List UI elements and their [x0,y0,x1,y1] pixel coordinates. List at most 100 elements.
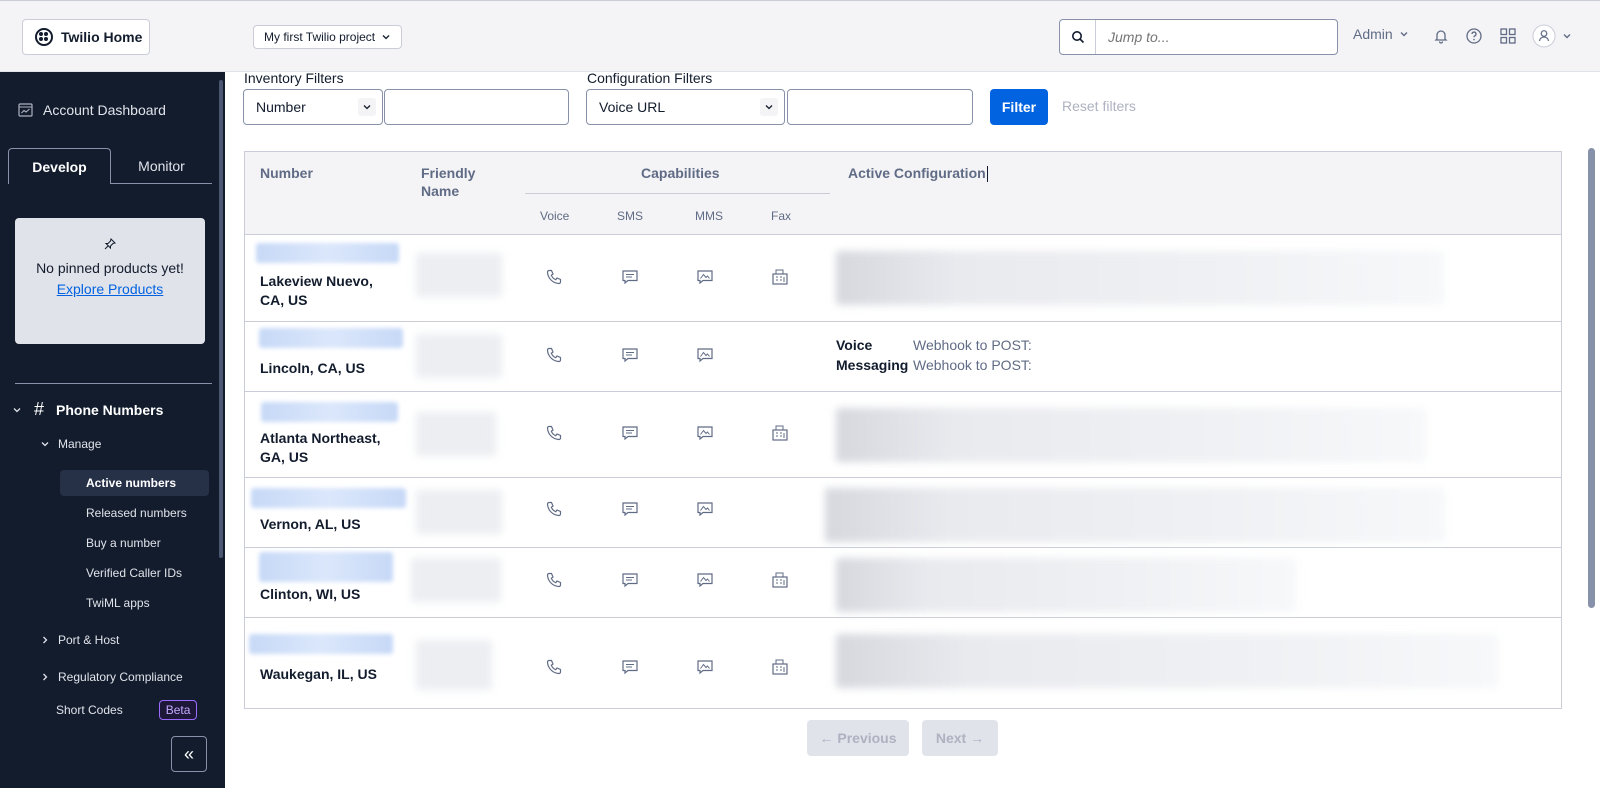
sidebar-item-port-host[interactable]: Port & Host [40,633,119,647]
numbers-table: Number Friendly Name Capabilities Voice … [244,151,1562,709]
redacted-friendly-name [416,490,502,534]
project-selector[interactable]: My first Twilio project [253,25,403,49]
port-host-label: Port & Host [58,633,120,647]
table-row[interactable]: Lincoln, CA, US Voice Webhook to POST: M… [245,322,1561,392]
mms-capability-icon [697,660,713,675]
main-scrollbar[interactable] [1586,84,1596,784]
number-location: Vernon, AL, US [260,516,361,532]
chevron-down-icon [1563,34,1571,39]
active-configuration-label: Active Configuration [848,165,986,181]
fax-capability-icon [772,269,788,285]
header-active-configuration: Active Configuration [848,164,988,183]
sms-capability-icon [622,426,638,441]
top-bar: Twilio Home My first Twilio project Admi… [0,0,1600,72]
table-row[interactable]: Waukegan, IL, US [245,618,1561,708]
main-content: Inventory Filters Number Configuration F… [225,70,1600,788]
chevron-down-icon [382,35,390,40]
account-label: Admin [1353,26,1393,42]
redacted-phone-number [256,243,399,263]
filter-button[interactable]: Filter [990,89,1048,125]
header-fax: Fax [771,209,792,223]
text-cursor [986,166,988,183]
bell-icon[interactable] [1430,25,1452,47]
redacted-configuration [836,634,1498,688]
sidebar-item-short-codes[interactable]: Short Codes Beta [56,700,198,720]
voice-capability-icon [546,659,562,675]
mms-capability-icon [697,426,713,441]
account-dashboard-label: Account Dashboard [43,102,166,118]
voice-capability-icon [546,269,562,285]
redacted-configuration [836,408,1426,462]
table-row[interactable]: Lakeview Nuevo, CA, US [245,235,1561,322]
account-dashboard-link[interactable]: Account Dashboard [18,102,166,118]
sms-capability-icon [622,660,638,675]
search-input[interactable] [1096,20,1337,54]
voice-capability-icon [546,425,562,441]
sidebar-item-active-numbers[interactable]: Active numbers [60,470,209,496]
sidebar: Account Dashboard Develop Monitor No pin… [0,72,225,788]
sidebar-item-buy-a-number[interactable]: Buy a number [86,536,161,550]
sidebar-item-regulatory-compliance[interactable]: Regulatory Compliance [40,670,183,684]
table-header: Number Friendly Name Capabilities Voice … [245,152,1561,235]
jump-to-search[interactable] [1059,19,1338,55]
explore-products-link[interactable]: Explore Products [15,281,205,297]
header-voice: Voice [540,209,570,223]
collapse-sidebar-button[interactable]: « [171,736,207,772]
inventory-filters-label: Inventory Filters [244,70,344,86]
user-menu[interactable] [1532,24,1572,48]
phone-numbers-label: Phone Numbers [56,401,164,418]
inventory-select-value: Number [256,99,306,115]
sidebar-item-released-numbers[interactable]: Released numbers [86,506,187,520]
short-codes-label: Short Codes [56,703,123,717]
header-number: Number [260,165,313,181]
header-mms: MMS [695,209,723,223]
reset-filters-button[interactable]: Reset filters [1062,98,1136,114]
configuration-filters-label: Configuration Filters [587,70,713,86]
app-grid-icon[interactable] [1497,25,1519,47]
pin-icon [15,238,205,253]
sms-capability-icon [622,502,638,517]
tab-monitor[interactable]: Monitor [111,148,212,184]
redacted-configuration [836,251,1444,305]
next-page-button[interactable]: Next → [922,720,998,756]
avatar-icon [1532,24,1556,48]
fax-capability-icon [772,659,788,675]
sidebar-scrollbar[interactable] [219,80,223,558]
mms-capability-icon [697,348,713,363]
number-location: Clinton, WI, US [260,586,361,602]
previous-page-button[interactable]: ← Previous [807,720,909,756]
config-voice-label: Voice [836,337,873,353]
hash-icon: # [34,399,45,419]
mms-capability-icon [697,502,713,517]
redacted-friendly-name [416,640,492,690]
table-row[interactable]: Atlanta Northeast, GA, US [245,392,1561,478]
fax-capability-icon [772,425,788,441]
chevron-down-icon [41,442,49,447]
redacted-phone-number [261,402,398,422]
tab-develop[interactable]: Develop [8,148,111,184]
sidebar-section-phone-numbers[interactable]: # Phone Numbers [12,399,163,420]
regulatory-compliance-label: Regulatory Compliance [58,670,183,684]
account-menu[interactable]: Admin [1353,26,1409,42]
table-row[interactable]: Clinton, WI, US [245,548,1561,618]
inventory-filter-input[interactable] [384,89,569,125]
twilio-logo-icon [35,28,53,46]
redacted-friendly-name [416,253,502,297]
table-row[interactable]: Vernon, AL, US [245,478,1561,548]
scrollbar-thumb[interactable] [1588,148,1595,608]
voice-capability-icon [546,501,562,517]
chevron-down-icon [358,98,376,116]
capabilities-divider [525,193,830,194]
config-messaging-label: Messaging [836,357,909,373]
sidebar-item-twiml-apps[interactable]: TwiML apps [86,596,150,610]
twilio-home-button[interactable]: Twilio Home [22,19,150,55]
configuration-filter-select[interactable]: Voice URL [586,89,785,125]
number-location: Atlanta Northeast, GA, US [260,430,381,465]
manage-label: Manage [58,437,102,451]
configuration-filter-input[interactable] [787,89,973,125]
sidebar-item-manage[interactable]: Manage [40,437,101,451]
inventory-filter-select[interactable]: Number [243,89,383,125]
mms-capability-icon [697,270,713,285]
sidebar-item-verified-caller-ids[interactable]: Verified Caller IDs [86,566,182,580]
help-icon[interactable] [1463,25,1485,47]
